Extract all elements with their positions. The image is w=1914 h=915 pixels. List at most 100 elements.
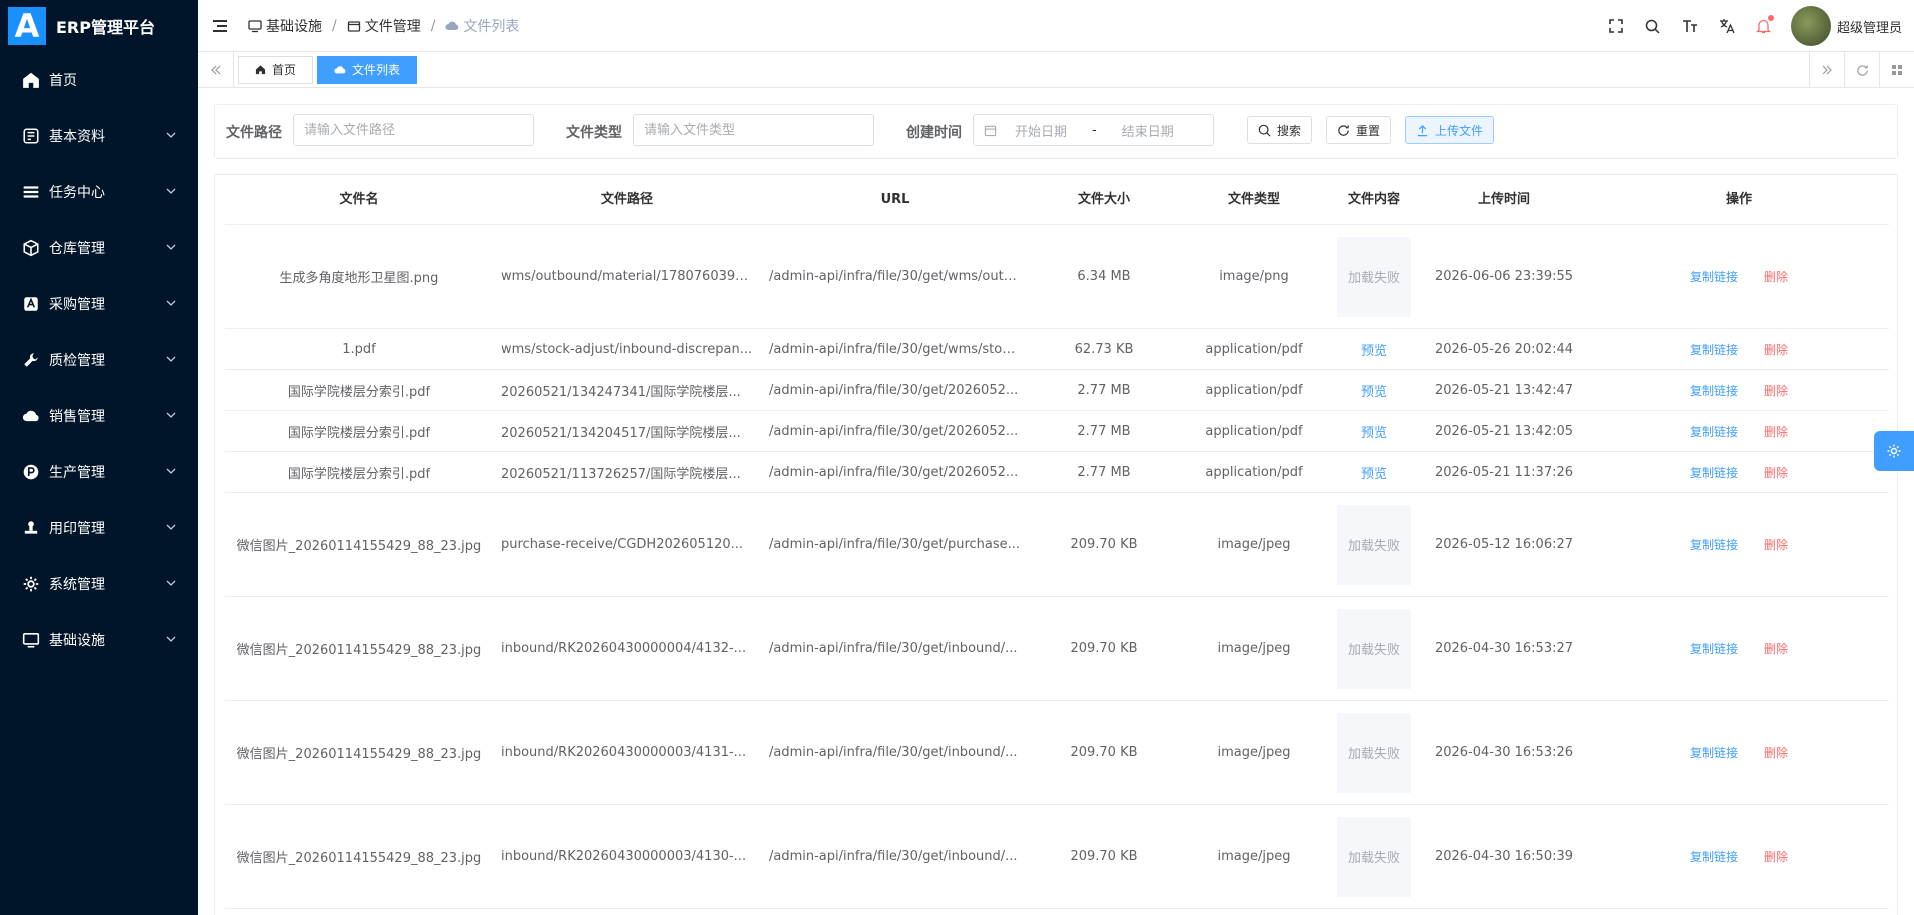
scroll-right-icon[interactable] — [1809, 52, 1844, 88]
cell-content: 加载失败 — [1329, 805, 1419, 908]
copy-link-button[interactable]: 复制链接 — [1690, 268, 1738, 285]
preview-link[interactable]: 预览 — [1361, 463, 1387, 482]
upload-file-button[interactable]: 上传文件 — [1405, 116, 1495, 144]
sidebar-item-1[interactable]: 基本资料 — [0, 108, 198, 164]
cell-url: /admin-api/infra/file/30/get/2026052... — [761, 452, 1029, 492]
folder-icon — [347, 20, 360, 32]
preview-link[interactable]: 预览 — [1361, 422, 1387, 441]
sidebar-item-2[interactable]: 任务中心 — [0, 164, 198, 220]
image-load-failed[interactable]: 加载失败 — [1337, 236, 1411, 317]
cell-type: image/jpeg — [1179, 597, 1329, 700]
sidebar-item-3[interactable]: 仓库管理 — [0, 220, 198, 276]
fullscreen-icon[interactable] — [1606, 16, 1626, 36]
delete-button[interactable]: 删除 — [1764, 848, 1788, 865]
logo-mark: A — [8, 7, 46, 45]
delete-button[interactable]: 删除 — [1764, 744, 1788, 761]
bell-icon[interactable] — [1754, 15, 1774, 36]
app-logo[interactable]: A ERP管理平台 — [0, 0, 198, 52]
file-type-label: 文件类型 — [566, 125, 622, 141]
cell-content: 预览 — [1329, 370, 1419, 410]
cell-upload-time: 2026-04-30 16:53:26 — [1419, 701, 1589, 804]
sidebar-item-4[interactable]: 采购管理 — [0, 276, 198, 332]
image-load-failed[interactable]: 加载失败 — [1337, 504, 1411, 585]
cell-url: /admin-api/infra/file/30/get/inbound/... — [761, 701, 1029, 804]
copy-link-button[interactable]: 复制链接 — [1690, 536, 1738, 553]
cloud-upload-icon — [334, 65, 346, 73]
reset-button[interactable]: 重置 — [1326, 116, 1392, 144]
grid-menu-icon[interactable] — [1879, 52, 1914, 88]
chevron-down-icon — [166, 132, 176, 138]
hamburger-icon[interactable] — [212, 18, 228, 34]
cell-filename-text: 生成多角度地形卫星图.png — [279, 271, 439, 286]
cell-content: 预览 — [1329, 329, 1419, 369]
gear-icon — [23, 576, 39, 592]
file-type-input[interactable] — [633, 114, 874, 146]
cell-filename-text: 国际学院楼层分索引.pdf — [287, 466, 431, 482]
copy-link-button[interactable]: 复制链接 — [1690, 848, 1738, 865]
delete-button[interactable]: 删除 — [1764, 382, 1788, 399]
search-form: 文件路径 文件类型 创建时间 开始日期 - 结束日期 搜索 重置 上传文件 — [214, 104, 1898, 159]
scroll-left-icon[interactable] — [198, 51, 234, 88]
preview-link[interactable]: 预览 — [1361, 381, 1387, 400]
table-row: 微信图片_20260114155429_88_23.jpg inbound/RK2… — [225, 805, 1889, 909]
delete-button[interactable]: 删除 — [1764, 536, 1788, 553]
delete-button[interactable]: 删除 — [1764, 423, 1788, 440]
cell-type: application/pdf — [1179, 452, 1329, 492]
delete-button[interactable]: 删除 — [1764, 640, 1788, 657]
cell-upload-time-text: 2026-05-21 13:42:05 — [1434, 423, 1574, 439]
tags-view: 首页 文件列表 — [198, 51, 1914, 88]
end-date-placeholder[interactable]: 结束日期 — [1122, 121, 1174, 140]
column-header-filename: 文件名 — [339, 192, 379, 207]
sidebar-item-9[interactable]: 系统管理 — [0, 556, 198, 612]
refresh-icon — [1338, 124, 1349, 136]
cell-actions: 复制链接 删除 — [1589, 411, 1889, 451]
column-header-actions: 操作 — [1725, 192, 1752, 207]
settings-float-button[interactable] — [1874, 431, 1914, 471]
start-date-placeholder[interactable]: 开始日期 — [1015, 121, 1067, 140]
cell-filename-text: 微信图片_20260114155429_88_23.jpg — [236, 851, 482, 866]
cell-size-text: 6.34 MB — [1077, 269, 1131, 284]
copy-link-button[interactable]: 复制链接 — [1690, 744, 1738, 761]
copy-link-button[interactable]: 复制链接 — [1690, 640, 1738, 657]
date-range-picker[interactable]: 开始日期 - 结束日期 — [973, 114, 1214, 146]
preview-link[interactable]: 预览 — [1361, 340, 1387, 359]
breadcrumb-item-infra[interactable]: 基础设施 — [248, 16, 322, 36]
copy-link-button[interactable]: 复制链接 — [1690, 382, 1738, 399]
file-path-input[interactable] — [293, 114, 534, 146]
translate-icon[interactable] — [1717, 16, 1737, 36]
copy-link-button[interactable]: 复制链接 — [1690, 423, 1738, 440]
cell-path-text: inbound/RK20260430000004/4132-... — [501, 641, 747, 656]
cell-content: 加载失败 — [1329, 597, 1419, 700]
sidebar-item-0[interactable]: 首页 — [0, 52, 198, 108]
sidebar-item-6[interactable]: 销售管理 — [0, 388, 198, 444]
search-icon[interactable] — [1643, 16, 1663, 36]
copy-link-button[interactable]: 复制链接 — [1690, 341, 1738, 358]
sidebar-item-5[interactable]: 质检管理 — [0, 332, 198, 388]
delete-button[interactable]: 删除 — [1764, 268, 1788, 285]
cell-type: image/jpeg — [1179, 701, 1329, 804]
username[interactable]: 超级管理员 — [1837, 17, 1902, 36]
cell-upload-time: 2026-04-30 16:50:39 — [1419, 805, 1589, 908]
cell-url-text: /admin-api/infra/file/30/get/2026052... — [769, 382, 1019, 398]
sidebar-item-10[interactable]: 基础设施 — [0, 612, 198, 668]
cell-url: /admin-api/infra/file/30/get/wms/stoc... — [761, 329, 1029, 369]
image-load-failed[interactable]: 加载失败 — [1337, 816, 1411, 897]
avatar[interactable] — [1790, 6, 1831, 46]
copy-link-button[interactable]: 复制链接 — [1690, 464, 1738, 481]
refresh-icon[interactable] — [1844, 52, 1879, 88]
breadcrumb-item-file-manage[interactable]: 文件管理 — [347, 16, 421, 36]
search-button[interactable]: 搜索 — [1247, 116, 1313, 144]
upload-icon — [1417, 124, 1428, 136]
delete-button[interactable]: 删除 — [1764, 464, 1788, 481]
font-size-icon[interactable] — [1680, 16, 1700, 36]
image-load-failed[interactable]: 加载失败 — [1337, 608, 1411, 689]
delete-button[interactable]: 删除 — [1764, 341, 1788, 358]
sidebar-item-8[interactable]: 用印管理 — [0, 500, 198, 556]
table-row: 国际学院楼层分索引.pdf 20260521/134247341/国际学院楼层..… — [225, 370, 1889, 411]
cell-content: 预览 — [1329, 411, 1419, 451]
tab-home[interactable]: 首页 — [238, 55, 314, 84]
tab-file-list[interactable]: 文件列表 — [317, 55, 418, 84]
home-icon — [255, 65, 266, 75]
image-load-failed[interactable]: 加载失败 — [1337, 712, 1411, 793]
sidebar-item-7[interactable]: 生产管理 — [0, 444, 198, 500]
